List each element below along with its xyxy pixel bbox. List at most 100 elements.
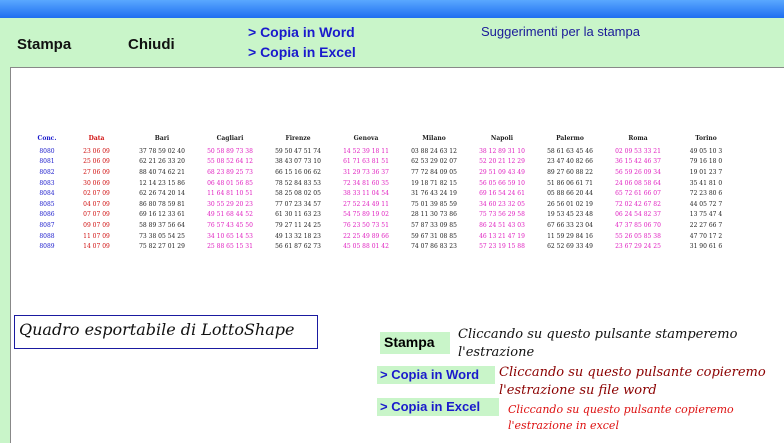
column-header: Palermo (556, 135, 584, 142)
column-header: Milano (422, 135, 446, 142)
column-header: Genova (353, 135, 379, 142)
table-row: 8087 09 07 09 58 89 37 56 64 76 57 43 45 50… (29, 220, 740, 231)
legend-copia-word-text: Cliccando su questo pulsante copieremo l… (499, 365, 766, 398)
table-cell: 8087 (39, 221, 55, 229)
table-cell: 77 07 23 34 57 (275, 200, 321, 208)
table-row: 8089 14 07 09 75 82 27 01 29 25 88 65 15 31… (29, 241, 740, 252)
copia-word-link[interactable]: > Copia in Word (248, 24, 355, 40)
table-cell: 88 40 74 62 21 (139, 168, 185, 176)
column-header: Cagliari (216, 135, 244, 142)
table-cell: 51 86 06 61 71 (547, 179, 593, 187)
table-cell: 19 18 71 82 15 (411, 179, 457, 187)
table-cell: 8083 (39, 179, 55, 187)
copia-excel-link[interactable]: > Copia in Excel (248, 44, 356, 60)
chiudi-button[interactable]: Chiudi (128, 36, 175, 53)
table-cell: 72 34 81 60 35 (343, 179, 389, 187)
table-cell: 76 57 43 45 50 (207, 221, 253, 229)
table-cell: 29 51 09 43 49 (479, 168, 525, 176)
table-cell: 19 53 45 23 48 (547, 211, 593, 219)
table-cell: 78 52 84 83 53 (275, 179, 321, 187)
table-cell: 19 01 23 7 (689, 168, 723, 176)
table-cell: 37 78 59 02 40 (139, 147, 185, 155)
table-cell: 8086 (39, 211, 55, 219)
table-cell: 27 06 09 (83, 168, 110, 176)
table-cell: 59 67 31 08 85 (411, 232, 457, 240)
table-cell: 73 38 05 54 25 (139, 232, 185, 240)
table-cell: 14 07 09 (83, 243, 110, 251)
table-header-row: Conc. Data Bari Cagliari Firenze Genova Milano… (29, 131, 740, 146)
table-cell: 75 82 27 01 29 (139, 243, 185, 251)
table-cell: 86 24 51 43 03 (479, 221, 525, 229)
table-cell: 31 76 43 24 19 (411, 190, 457, 198)
table-cell: 56 61 87 62 73 (275, 243, 321, 251)
table-cell: 56 59 26 09 34 (615, 168, 661, 176)
column-header: Bari (154, 135, 170, 142)
table-cell: 72 23 80 6 (689, 190, 723, 198)
table-cell: 79 16 18 0 (689, 158, 723, 166)
table-cell: 07 07 09 (83, 211, 110, 219)
table-cell: 34 10 65 14 53 (207, 232, 253, 240)
table-cell: 35 41 81 0 (689, 179, 723, 187)
table-cell: 11 07 09 (83, 232, 110, 240)
table-cell: 24 06 08 58 64 (615, 179, 661, 187)
table-cell: 23 67 29 24 25 (615, 243, 661, 251)
table-cell: 11 59 29 84 16 (547, 232, 593, 240)
legend-stampa-text: Cliccando su questo pulsante stamperemo … (458, 327, 738, 360)
table-cell: 25 06 09 (83, 158, 110, 166)
table-row: 8086 07 07 09 69 16 12 33 61 49 51 68 44 52… (29, 210, 740, 221)
export-box-label: Quadro esportabile di LottoShape (14, 315, 318, 349)
table-cell: 27 52 24 49 11 (343, 200, 389, 208)
table-cell: 45 05 88 01 42 (343, 243, 389, 251)
table-cell: 23 06 09 (83, 147, 110, 155)
table-cell: 38 12 89 31 10 (479, 147, 525, 155)
table-cell: 65 72 61 66 07 (615, 190, 661, 198)
table-cell: 13 75 47 4 (689, 211, 723, 219)
table-cell: 14 52 39 18 11 (343, 147, 389, 155)
column-header: Conc. (37, 135, 57, 142)
table-cell: 8080 (39, 147, 55, 155)
legend-copia-excel-text: Cliccando su questo pulsante copieremo l… (508, 403, 734, 432)
table-cell: 62 52 69 33 49 (547, 243, 593, 251)
table-cell: 8085 (39, 200, 55, 208)
table-cell: 79 27 11 24 25 (275, 221, 321, 229)
table-cell: 06 24 54 82 37 (615, 211, 661, 219)
table-cell: 57 23 19 15 88 (479, 243, 525, 251)
table-cell: 58 89 37 56 64 (139, 221, 185, 229)
stampa-button[interactable]: Stampa (17, 36, 71, 53)
table-cell: 61 30 11 63 23 (275, 211, 321, 219)
column-header: Data (88, 135, 105, 142)
legend-stampa-button[interactable]: Stampa (380, 332, 450, 354)
toolbar: Stampa Chiudi > Copia in Word > Copia in… (0, 18, 784, 66)
table-cell: 02 09 53 33 21 (615, 147, 661, 155)
table-cell: 66 15 16 06 62 (275, 168, 321, 176)
table-cell: 55 08 52 64 12 (207, 158, 253, 166)
table-cell: 06 48 01 56 85 (207, 179, 253, 187)
estrazioni-table: Conc. Data Bari Cagliari Firenze Genova Milano… (29, 131, 740, 252)
table-cell: 25 88 65 15 31 (207, 243, 253, 251)
table-cell: 86 80 78 59 81 (139, 200, 185, 208)
column-header: Roma (628, 135, 648, 142)
table-cell: 61 71 63 81 51 (343, 158, 389, 166)
table-cell: 49 51 68 44 52 (207, 211, 253, 219)
table-cell: 49 13 32 18 23 (275, 232, 321, 240)
table-cell: 67 66 33 23 04 (547, 221, 593, 229)
top-title-bar (0, 0, 784, 18)
legend-copia-excel-button[interactable]: > Copia in Excel (377, 398, 499, 416)
table-cell: 62 53 29 02 07 (411, 158, 457, 166)
table-cell: 56 05 66 59 10 (479, 179, 525, 187)
table-cell: 05 88 66 20 44 (547, 190, 593, 198)
table-cell: 38 33 11 04 54 (343, 190, 389, 198)
table-cell: 58 61 63 45 46 (547, 147, 593, 155)
table-cell: 50 58 89 73 38 (207, 147, 253, 155)
legend-copia-word-button[interactable]: > Copia in Word (377, 366, 495, 384)
suggerimenti-stampa-link[interactable]: Suggerimenti per la stampa (481, 24, 640, 39)
table-row: 8080 23 06 09 37 78 59 02 40 50 58 89 73 38… (29, 146, 740, 157)
table-cell: 75 73 56 29 58 (479, 211, 525, 219)
table-cell: 26 56 01 02 19 (547, 200, 593, 208)
table-row: 8088 11 07 09 73 38 05 54 25 34 10 65 14 53… (29, 231, 740, 242)
table-cell: 34 60 23 32 05 (479, 200, 525, 208)
table-cell: 58 25 08 02 05 (275, 190, 321, 198)
table-cell: 76 23 50 73 51 (343, 221, 389, 229)
table-cell: 54 75 89 19 02 (343, 211, 389, 219)
table-cell: 72 02 42 67 82 (615, 200, 661, 208)
